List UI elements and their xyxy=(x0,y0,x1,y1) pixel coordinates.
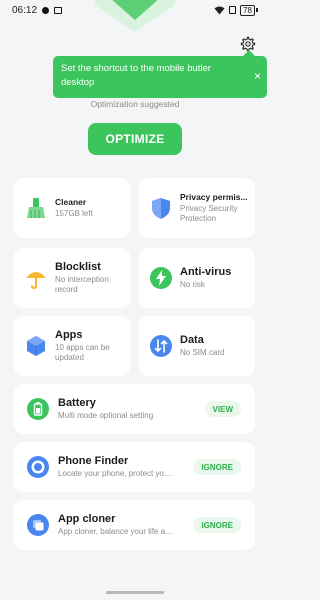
battery-icon xyxy=(27,398,49,420)
apps-tile[interactable]: Apps 10 apps can be updated xyxy=(14,316,130,376)
apps-subtitle: 10 apps can be updated xyxy=(55,343,110,362)
battery-subtitle: Multi mode optional setting xyxy=(58,411,154,420)
privacy-subtitle: Privacy Security Protection xyxy=(180,204,238,223)
home-indicator[interactable] xyxy=(106,591,164,594)
cleaner-subtitle: 157GB left xyxy=(55,209,93,218)
umbrella-icon xyxy=(26,272,46,290)
cleaner-title: Cleaner xyxy=(55,197,87,207)
phone-finder-subtitle: Locate your phone, protect your pr... xyxy=(58,469,175,478)
battery-level: 78 xyxy=(240,4,255,16)
score-badge-icon xyxy=(95,0,175,32)
locate-icon xyxy=(27,456,49,478)
phone-finder-title: Phone Finder xyxy=(58,455,129,467)
wifi-icon xyxy=(214,6,225,14)
antivirus-title: Anti-virus xyxy=(180,266,232,278)
broom-icon xyxy=(27,198,45,218)
shortcut-tooltip[interactable]: Set the shortcut to the mobile butler de… xyxy=(53,50,267,98)
optimization-suggestion: Optimization suggested xyxy=(90,99,180,109)
phone-finder-ignore-button[interactable]: IGNORE xyxy=(193,459,241,475)
lightning-icon xyxy=(150,267,172,289)
cleaner-tile[interactable]: Cleaner 157GB left xyxy=(14,178,130,238)
battery-title: Battery xyxy=(58,397,96,409)
data-transfer-icon xyxy=(150,335,172,357)
antivirus-tile[interactable]: Anti-virus No risk xyxy=(139,248,255,308)
blocklist-title: Blocklist xyxy=(55,261,101,273)
blocklist-subtitle: No interception record xyxy=(55,275,109,294)
app-cloner-title: App cloner xyxy=(58,513,116,525)
battery-view-button[interactable]: VIEW xyxy=(204,401,241,417)
close-icon[interactable]: × xyxy=(254,70,261,82)
battery-indicator: 78 xyxy=(240,4,258,16)
data-title: Data xyxy=(180,334,204,346)
data-subtitle: No SIM card xyxy=(180,348,225,357)
privacy-tile[interactable]: Privacy permis... Privacy Security Prote… xyxy=(139,178,255,238)
app-cloner-row[interactable]: App cloner App cloner, balance your life… xyxy=(14,500,255,550)
blocklist-tile[interactable]: Blocklist No interception record xyxy=(14,248,130,308)
app-cloner-subtitle: App cloner, balance your life and w... xyxy=(58,527,175,536)
phone-finder-row[interactable]: Phone Finder Locate your phone, protect … xyxy=(14,442,255,492)
shield-icon xyxy=(152,198,170,219)
app-cloner-ignore-button[interactable]: IGNORE xyxy=(193,517,241,533)
apps-title: Apps xyxy=(55,329,83,341)
status-time: 06:12 xyxy=(12,4,38,16)
cube-icon xyxy=(27,336,45,356)
battery-row[interactable]: Battery Multi mode optional setting VIEW xyxy=(14,384,255,434)
antivirus-subtitle: No risk xyxy=(180,280,205,289)
screen-record-icon xyxy=(229,6,237,14)
privacy-title: Privacy permis... xyxy=(180,192,248,202)
gallery-notification-icon xyxy=(54,6,63,14)
clone-icon xyxy=(27,514,49,536)
shortcut-tooltip-text: Set the shortcut to the mobile butler de… xyxy=(61,63,211,88)
optimize-button[interactable]: OPTIMIZE xyxy=(88,123,182,155)
data-tile[interactable]: Data No SIM card xyxy=(139,316,255,376)
notification-dot-icon xyxy=(42,6,50,14)
